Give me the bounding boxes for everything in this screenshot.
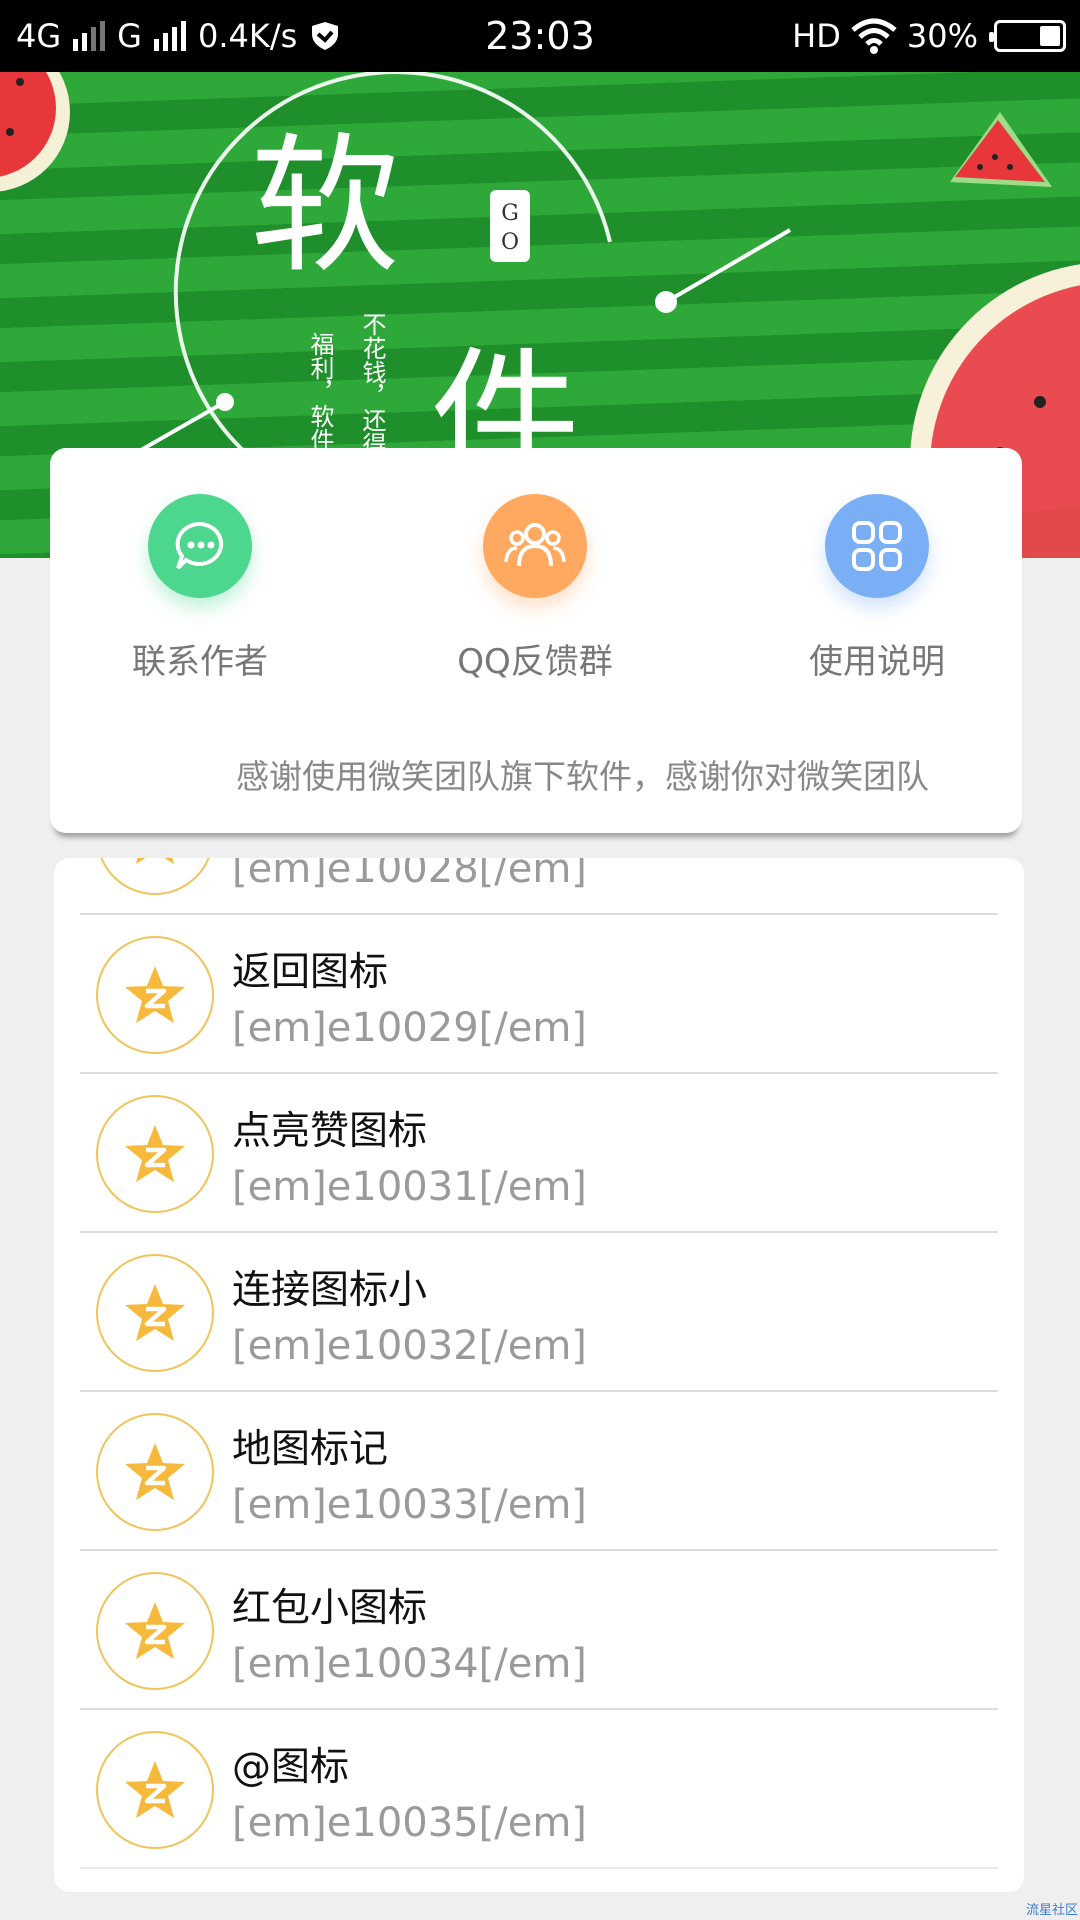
battery-icon (989, 20, 1066, 52)
qzone-star-icon (96, 1095, 214, 1213)
list-item[interactable]: 连接图标小 [em]e10032[/em] (54, 1233, 1024, 1392)
chat-bubble-icon (148, 494, 252, 598)
status-right: HD 30% (792, 0, 1066, 72)
list-item-code: [em]e10029[/em] (232, 1005, 587, 1051)
list-item-title: 连接图标小 (232, 1268, 428, 1313)
list-item-title: 返回图标 (232, 950, 389, 995)
list-item[interactable]: 红包小图标 [em]e10034[/em] (54, 1551, 1024, 1710)
list-item[interactable]: 地图标记 [em]e10033[/em] (54, 1392, 1024, 1551)
qzone-star-icon (96, 1413, 214, 1531)
list-item-title: 点亮赞图标 (232, 1109, 428, 1154)
contact-author-label: 联系作者 (132, 642, 268, 682)
marquee-notice: 感谢使用微笑团队旗下软件，感谢你对微笑团队 (236, 757, 929, 796)
status-bar: 4G G 0.4K/s 23:03 HD 30% (0, 0, 1080, 72)
qzone-star-icon (96, 1731, 214, 1849)
list-item-title: @图标 (232, 1745, 350, 1790)
watermelon-icon (0, 72, 70, 192)
list-item-code: [em]e10031[/em] (232, 1164, 587, 1210)
list-item-code: [em]e10028[/em] (232, 858, 587, 892)
list-bottom-fade (54, 1852, 1024, 1892)
instructions-button[interactable]: 使用说明 (767, 494, 987, 683)
battery-percent: 30% (906, 17, 978, 55)
emoji-code-list[interactable]: [em]e10028[/em] 返回图标 [em]e10029[/em] 点亮赞图标 [… (54, 858, 1024, 1892)
wifi-icon (851, 18, 897, 54)
contact-author-button[interactable]: 联系作者 (90, 494, 310, 683)
hd-indicator: HD (792, 17, 841, 55)
list-scroll[interactable]: [em]e10028[/em] 返回图标 [em]e10029[/em] 点亮赞图标 [… (54, 858, 1024, 1869)
svg-text:G: G (501, 201, 519, 226)
list-item[interactable]: [em]e10028[/em] (54, 858, 1024, 915)
qzone-star-icon (96, 936, 214, 1054)
list-item-code: [em]e10035[/em] (232, 1800, 587, 1846)
qq-feedback-group-label: QQ反馈群 (457, 642, 613, 682)
watermelon-slice-icon (950, 112, 1052, 187)
list-item-code: [em]e10034[/em] (232, 1641, 587, 1687)
banner-slogan-1: 不花钱，还得 (358, 312, 386, 456)
qzone-star-icon (96, 858, 214, 895)
list-item[interactable]: 点亮赞图标 [em]e10031[/em] (54, 1074, 1024, 1233)
banner-title-char-1: 软 (250, 120, 400, 294)
qq-feedback-group-button[interactable]: QQ反馈群 (425, 494, 645, 683)
list-item[interactable]: @图标 [em]e10035[/em] (54, 1710, 1024, 1869)
banner-slogan-2: 福利，软件 (306, 332, 334, 452)
grid-icon (825, 494, 929, 598)
list-item[interactable]: 返回图标 [em]e10029[/em] (54, 915, 1024, 1074)
list-item-title: 地图标记 (232, 1427, 389, 1472)
instructions-label: 使用说明 (809, 642, 945, 682)
list-item-title: 红包小图标 (232, 1586, 428, 1631)
feature-card: 联系作者 QQ反馈群 使用说明 感谢使用微笑团队旗下软件，感谢你对微笑团队 (50, 448, 1022, 833)
svg-text:O: O (501, 230, 519, 255)
group-icon (483, 494, 587, 598)
list-item-code: [em]e10032[/em] (232, 1323, 587, 1369)
list-item-code: [em]e10033[/em] (232, 1482, 587, 1528)
qzone-star-icon (96, 1572, 214, 1690)
watermark: 流星社区 (1025, 1903, 1078, 1918)
qzone-star-icon (96, 1254, 214, 1372)
